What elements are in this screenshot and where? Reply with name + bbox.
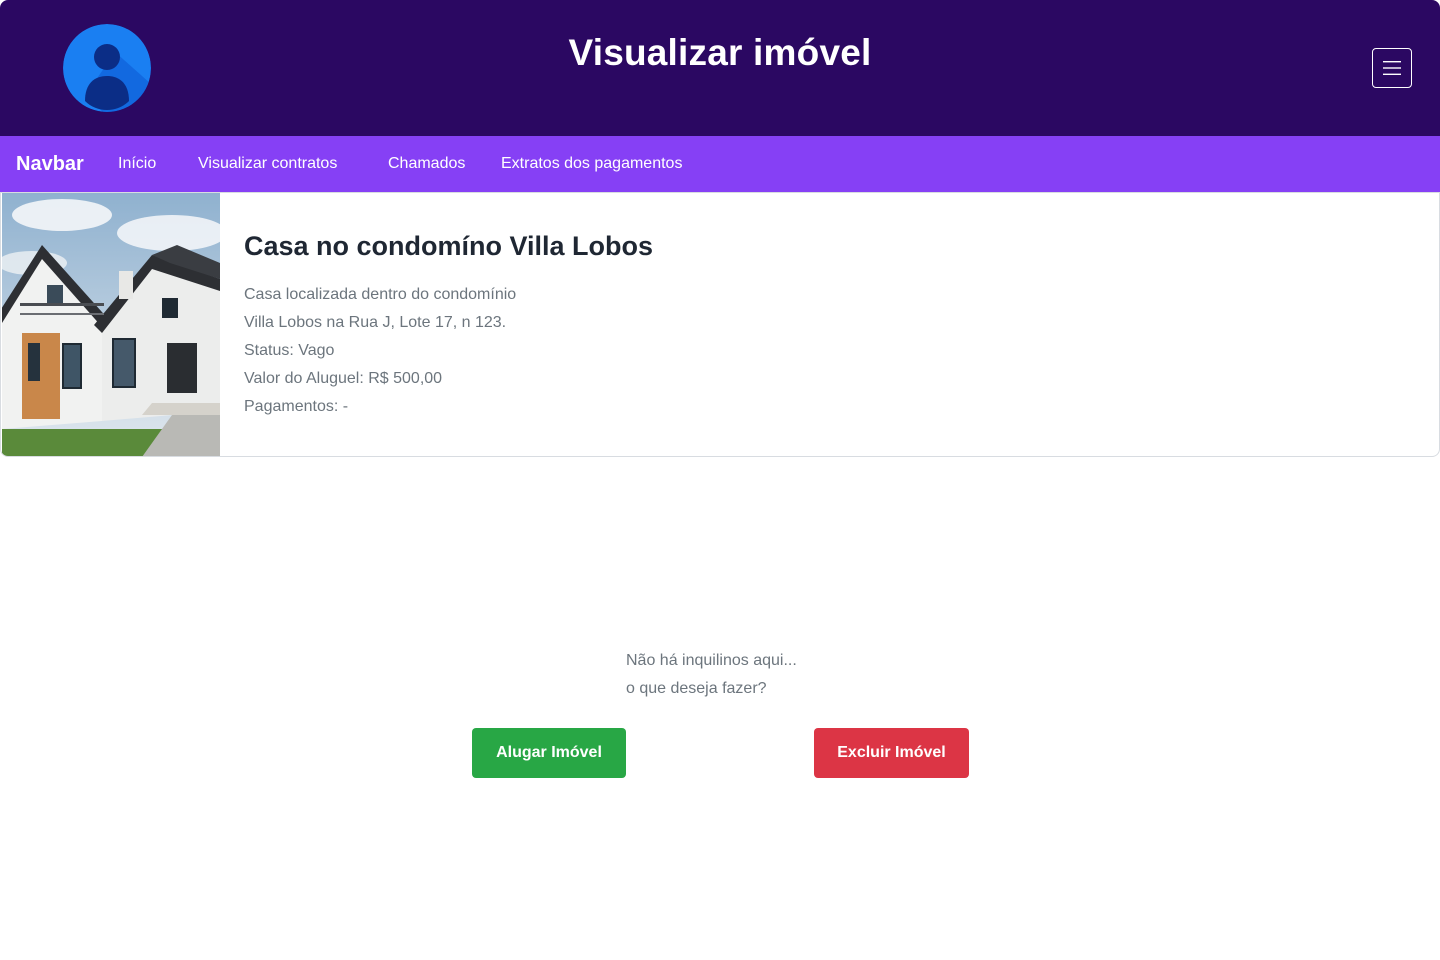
property-card: Casa no condomíno Villa Lobos Casa local…	[0, 192, 1440, 457]
property-status: Status: Vago	[244, 342, 335, 359]
property-rent-value: Valor do Aluguel: R$ 500,00	[244, 370, 443, 387]
page-title: Visualizar imóvel	[568, 32, 872, 73]
nav-link-extratos-pagamentos[interactable]: Extratos dos pagamentos	[501, 136, 682, 192]
property-payments: Pagamentos: -	[244, 398, 349, 415]
navbar-brand[interactable]: Navbar	[16, 136, 84, 192]
page-header: Visualizar imóvel	[0, 0, 1440, 136]
property-description-line-2: Villa Lobos na Rua J, Lote 17, n 123.	[244, 314, 507, 331]
nav-link-visualizar-contratos[interactable]: Visualizar contratos	[198, 136, 337, 192]
rent-property-button[interactable]: Alugar Imóvel	[472, 728, 626, 778]
no-tenants-line-1: Não há inquilinos aqui...	[626, 652, 797, 669]
main-navbar: Navbar Início Visualizar contratos Chama…	[0, 136, 1440, 192]
nav-link-chamados[interactable]: Chamados	[388, 136, 465, 192]
delete-property-button[interactable]: Excluir Imóvel	[814, 728, 969, 778]
no-tenants-line-2: o que deseja fazer?	[626, 680, 767, 697]
property-details: Casa localizada dentro do condomínio Vil…	[244, 281, 516, 421]
hamburger-menu-icon	[1383, 61, 1401, 75]
property-title: Casa no condomíno Villa Lobos	[244, 231, 654, 261]
menu-toggle-button[interactable]	[1372, 48, 1412, 88]
property-description-line-1: Casa localizada dentro do condomínio	[244, 286, 517, 303]
nav-link-inicio[interactable]: Início	[118, 136, 156, 192]
property-photo	[2, 193, 220, 456]
no-tenants-message: Não há inquilinos aqui... o que deseja f…	[626, 647, 797, 703]
